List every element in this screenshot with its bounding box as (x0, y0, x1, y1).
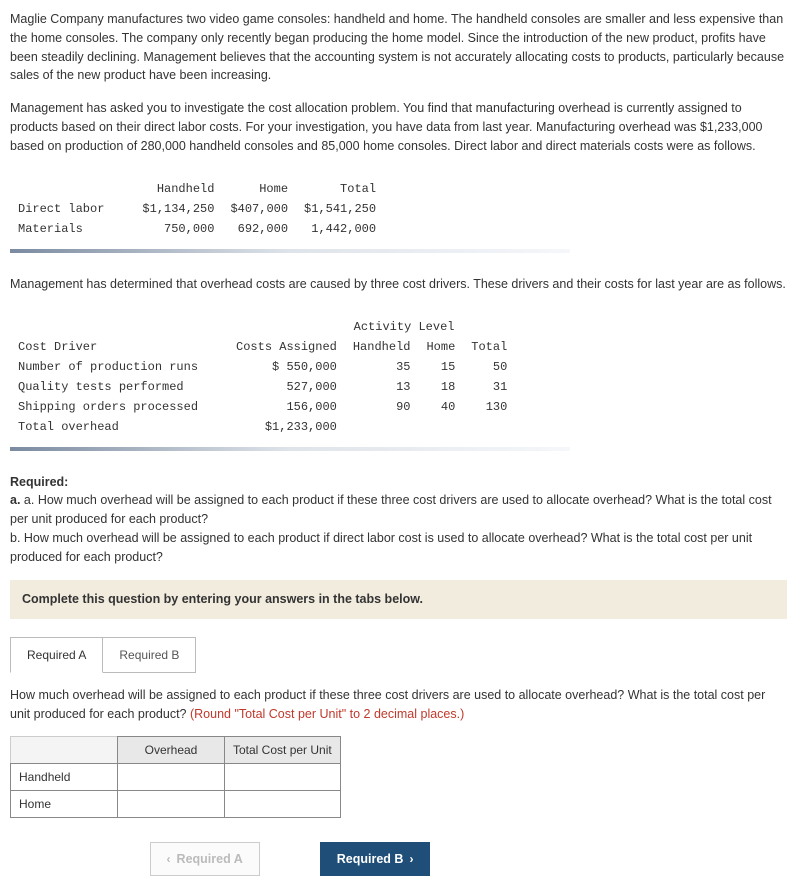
cell: 35 (345, 357, 419, 377)
cell: Number of production runs (10, 357, 228, 377)
cell: Shipping orders processed (10, 397, 228, 417)
answer-tabs: Required A Required B (10, 637, 787, 673)
tab-panel-a: How much overhead will be assigned to ea… (10, 672, 787, 876)
col-total-cost-per-unit: Total Cost per Unit (225, 736, 341, 763)
activity-level-header: Activity Level (345, 317, 463, 337)
col-handheld: Handheld (134, 179, 222, 199)
col-home: Home (418, 337, 463, 357)
handheld-unitcost-input[interactable] (225, 763, 341, 790)
required-a-full: a. How much overhead will be assigned to… (10, 493, 772, 526)
handheld-overhead-input[interactable] (118, 763, 225, 790)
divider-bar (10, 447, 570, 451)
next-label: Required B (337, 850, 404, 869)
cell: $ 550,000 (228, 357, 345, 377)
col-overhead: Overhead (118, 736, 225, 763)
cell: 31 (463, 377, 515, 397)
cell: 130 (463, 397, 515, 417)
cell: 18 (418, 377, 463, 397)
cell: 50 (463, 357, 515, 377)
table-row: Home (11, 790, 341, 817)
cell: 692,000 (222, 219, 296, 239)
tab-required-b[interactable]: Required B (103, 637, 196, 673)
required-b-full: b. How much overhead will be assigned to… (10, 531, 752, 564)
cell: $407,000 (222, 199, 296, 219)
col-home: Home (222, 179, 296, 199)
cell: 13 (345, 377, 419, 397)
cell: $1,541,250 (296, 199, 384, 219)
col-total: Total (296, 179, 384, 199)
tab-a-prompt: How much overhead will be assigned to ea… (10, 686, 787, 724)
table-row: Shipping orders processed 156,000 90 40 … (10, 397, 515, 417)
cell: 1,442,000 (296, 219, 384, 239)
direct-costs-table: Handheld Home Total Direct labor $1,134,… (10, 179, 384, 239)
cell: $1,134,250 (134, 199, 222, 219)
cell: 156,000 (228, 397, 345, 417)
next-button[interactable]: Required B › (320, 842, 431, 877)
row-label: Direct labor (10, 199, 134, 219)
cell: Total overhead (10, 417, 228, 437)
corner-cell (11, 736, 118, 763)
intro-paragraph-2: Management has asked you to investigate … (10, 99, 787, 155)
table-row-total: Total overhead $1,233,000 (10, 417, 515, 437)
required-a: a. a. How much overhead will be assigned… (10, 493, 24, 507)
tab-a-hint: (Round "Total Cost per Unit" to 2 decima… (190, 707, 464, 721)
col-total: Total (463, 337, 515, 357)
mid-paragraph: Management has determined that overhead … (10, 275, 787, 294)
intro-paragraph-1: Maglie Company manufactures two video ga… (10, 10, 787, 85)
cell: 90 (345, 397, 419, 417)
table-row: Direct labor $1,134,250 $407,000 $1,541,… (10, 199, 384, 219)
col-costs: Costs Assigned (228, 337, 345, 357)
instruction-box: Complete this question by entering your … (10, 580, 787, 619)
nav-buttons: ‹ Required A Required B › (10, 842, 570, 877)
row-handheld-label: Handheld (11, 763, 118, 790)
chevron-left-icon: ‹ (167, 850, 171, 868)
chevron-right-icon: › (409, 850, 413, 868)
divider-bar (10, 249, 570, 253)
required-title: Required: (10, 475, 68, 489)
table-row: Quality tests performed 527,000 13 18 31 (10, 377, 515, 397)
col-driver: Cost Driver (10, 337, 228, 357)
cell: 527,000 (228, 377, 345, 397)
cell: 15 (418, 357, 463, 377)
table-row: Handheld (11, 763, 341, 790)
home-overhead-input[interactable] (118, 790, 225, 817)
cell: $1,233,000 (228, 417, 345, 437)
cell: 750,000 (134, 219, 222, 239)
table-row: Materials 750,000 692,000 1,442,000 (10, 219, 384, 239)
row-home-label: Home (11, 790, 118, 817)
cell: 40 (418, 397, 463, 417)
prev-label: Required A (177, 850, 243, 869)
answer-table: Overhead Total Cost per Unit Handheld Ho… (10, 736, 341, 818)
tab-required-a[interactable]: Required A (10, 637, 103, 673)
cell: Quality tests performed (10, 377, 228, 397)
required-block: Required: a. a. How much overhead will b… (10, 473, 787, 567)
col-handheld: Handheld (345, 337, 419, 357)
row-label: Materials (10, 219, 134, 239)
cost-driver-table: Activity Level Cost Driver Costs Assigne… (10, 317, 515, 437)
prev-button[interactable]: ‹ Required A (150, 842, 260, 877)
home-unitcost-input[interactable] (225, 790, 341, 817)
table-row: Number of production runs $ 550,000 35 1… (10, 357, 515, 377)
